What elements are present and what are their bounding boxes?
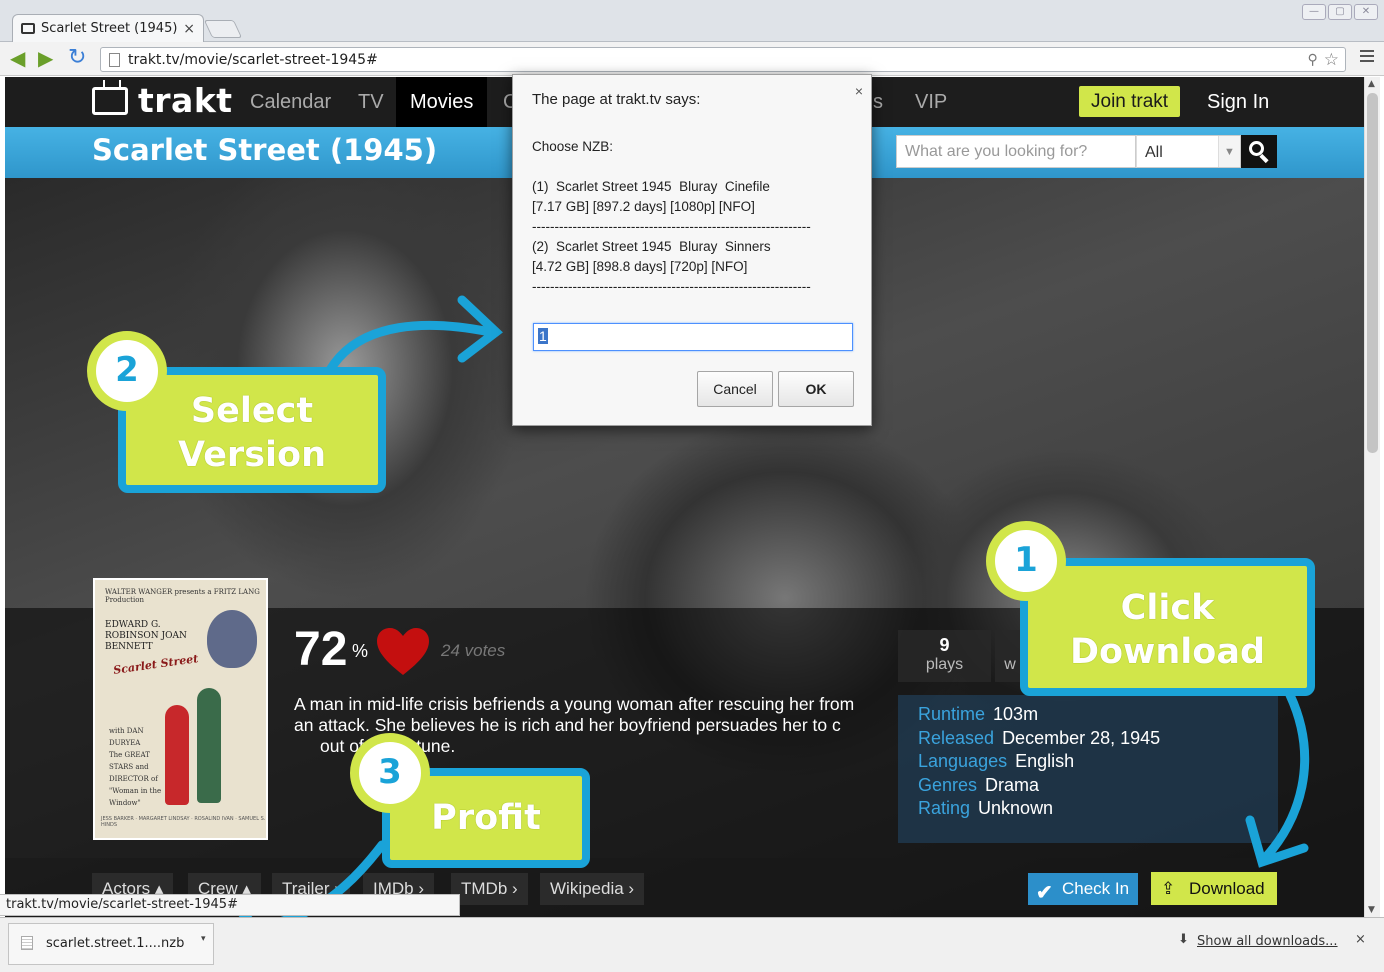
file-icon — [21, 936, 33, 950]
search-scope-select[interactable]: All ▼ — [1136, 135, 1241, 168]
tv-favicon-icon — [21, 23, 35, 34]
address-url[interactable]: trakt.tv/movie/scarlet-street-1945# — [128, 52, 1307, 68]
tmdb-button[interactable]: TMDb › — [451, 873, 528, 905]
zoom-icon[interactable]: ⚲ — [1307, 52, 1317, 68]
scroll-thumb[interactable] — [1367, 93, 1378, 453]
poster-names: EDWARD G. ROBINSON JOAN BENNETT — [105, 620, 187, 652]
votes-count: 24 votes — [441, 641, 506, 660]
checkmark-icon: ✔ — [1036, 882, 1053, 904]
minimize-icon[interactable]: — — [1302, 4, 1326, 20]
download-menu-caret-icon[interactable]: ▾ — [201, 934, 206, 944]
tv-logo-icon — [92, 86, 128, 115]
search-scope-value: All — [1145, 144, 1163, 161]
nav-item-partial-right[interactable]: s — [873, 77, 883, 127]
dialog-header: The page at trakt.tv says: — [532, 91, 701, 108]
nzb-prompt-dialog: The page at trakt.tv says: × Choose NZB:… — [512, 74, 872, 426]
sign-in-link[interactable]: Sign In — [1207, 77, 1269, 127]
plays-count: 9 — [939, 635, 950, 655]
chrome-menu-icon[interactable] — [1360, 50, 1374, 65]
nav-calendar[interactable]: Calendar — [250, 77, 331, 127]
back-arrow-icon[interactable]: ◀ — [10, 48, 25, 68]
plays-label: plays — [925, 656, 964, 673]
shelf-close-icon[interactable]: × — [1355, 932, 1366, 947]
chevron-down-icon: ▼ — [1218, 136, 1240, 167]
page-icon — [109, 52, 120, 67]
poster-top-text: WALTER WANGER presents a FRITZ LANG Prod… — [105, 588, 260, 604]
cancel-button[interactable]: Cancel — [697, 371, 773, 407]
maximize-icon[interactable]: ▢ — [1328, 4, 1352, 20]
logo-text: trakt — [138, 81, 233, 120]
wikipedia-button[interactable]: Wikipedia › — [540, 873, 645, 905]
address-bar[interactable]: trakt.tv/movie/scarlet-street-1945# ⚲ ☆ — [100, 47, 1346, 72]
status-url: trakt.tv/movie/scarlet-street-1945# — [0, 894, 460, 916]
step2-badge: 2 — [87, 331, 167, 411]
tab-close-icon[interactable]: × — [183, 21, 195, 37]
nav-tv[interactable]: TV — [358, 77, 384, 127]
movie-poster[interactable]: WALTER WANGER presents a FRITZ LANG Prod… — [93, 578, 268, 840]
tab-title: Scarlet Street (1945) — [41, 21, 178, 36]
scroll-down-icon[interactable]: ▼ — [1368, 905, 1375, 915]
detail-runtime: Runtime 103m — [918, 704, 1039, 724]
detail-rating: Rating Unknown — [918, 798, 1054, 818]
window-controls: — ▢ ✕ — [1302, 4, 1378, 20]
tab-strip: Scarlet Street (1945) × — ▢ ✕ — [0, 0, 1384, 42]
search-button[interactable] — [1241, 135, 1277, 168]
show-all-downloads-link[interactable]: Show all downloads... — [1197, 934, 1338, 949]
nav-vip[interactable]: VIP — [915, 77, 947, 127]
page-title: Scarlet Street (1945) — [92, 133, 438, 167]
download-button[interactable]: ⇪ Download — [1151, 872, 1277, 905]
download-arrow-icon: ⬇ — [1178, 932, 1189, 947]
rating-percent-sign: % — [352, 641, 369, 661]
step3-badge: 3 — [350, 733, 430, 813]
forward-arrow-icon[interactable]: ▶ — [38, 48, 53, 68]
rating-percent: 72 — [294, 623, 348, 676]
dialog-close-icon[interactable]: × — [855, 83, 863, 99]
nav-movies[interactable]: Movies — [396, 77, 488, 127]
check-in-button[interactable]: ✔ Check In — [1028, 873, 1138, 905]
search-input[interactable]: What are you looking for? — [896, 135, 1136, 168]
browser-tab[interactable]: Scarlet Street (1945) × — [12, 14, 204, 42]
dialog-message: Choose NZB: (1) Scarlet Street 1945 Blur… — [532, 139, 811, 294]
bookmark-star-icon[interactable]: ☆ — [1324, 50, 1339, 70]
trakt-logo[interactable]: trakt — [92, 81, 233, 120]
download-shelf: scarlet.street.1....nzb ▾ ⬇ Show all dow… — [0, 917, 1384, 972]
download-item[interactable]: scarlet.street.1....nzb ▾ — [8, 923, 214, 965]
ok-button[interactable]: OK — [778, 371, 854, 407]
stat-plays: 9 plays — [898, 630, 991, 682]
close-window-icon[interactable]: ✕ — [1354, 4, 1378, 20]
step1-callout: Click Download — [1020, 558, 1315, 696]
poster-title: Scarlet Street — [112, 652, 200, 677]
reload-icon[interactable]: ↻ — [68, 47, 86, 69]
browser-toolbar: ◀ ▶ ↻ trakt.tv/movie/scarlet-street-1945… — [0, 42, 1384, 76]
page-scrollbar[interactable]: ▲ ▼ — [1364, 77, 1380, 917]
scroll-up-icon[interactable]: ▲ — [1368, 79, 1375, 89]
poster-tagline: with DAN DURYEA The GREAT STARS and DIRE… — [109, 727, 162, 807]
heart-icon[interactable] — [375, 627, 431, 677]
step1-badge: 1 — [986, 521, 1066, 601]
detail-genres: Genres Drama — [918, 774, 1040, 795]
download-icon: ⇪ — [1161, 879, 1176, 898]
detail-released: Released December 28, 1945 — [918, 727, 1161, 748]
new-tab-button[interactable] — [203, 20, 243, 38]
download-file-name: scarlet.street.1....nzb — [46, 936, 185, 951]
poster-credits: JESS BARKER · MARGARET LINDSAY · ROSALIN… — [101, 816, 266, 828]
join-trakt-button[interactable]: Join trakt — [1079, 86, 1181, 117]
movie-details: Runtime 103m Released December 28, 1945 La… — [898, 695, 1278, 843]
nzb-choice-input[interactable]: 1 — [533, 323, 853, 351]
detail-languages: Languages English — [918, 751, 1075, 771]
